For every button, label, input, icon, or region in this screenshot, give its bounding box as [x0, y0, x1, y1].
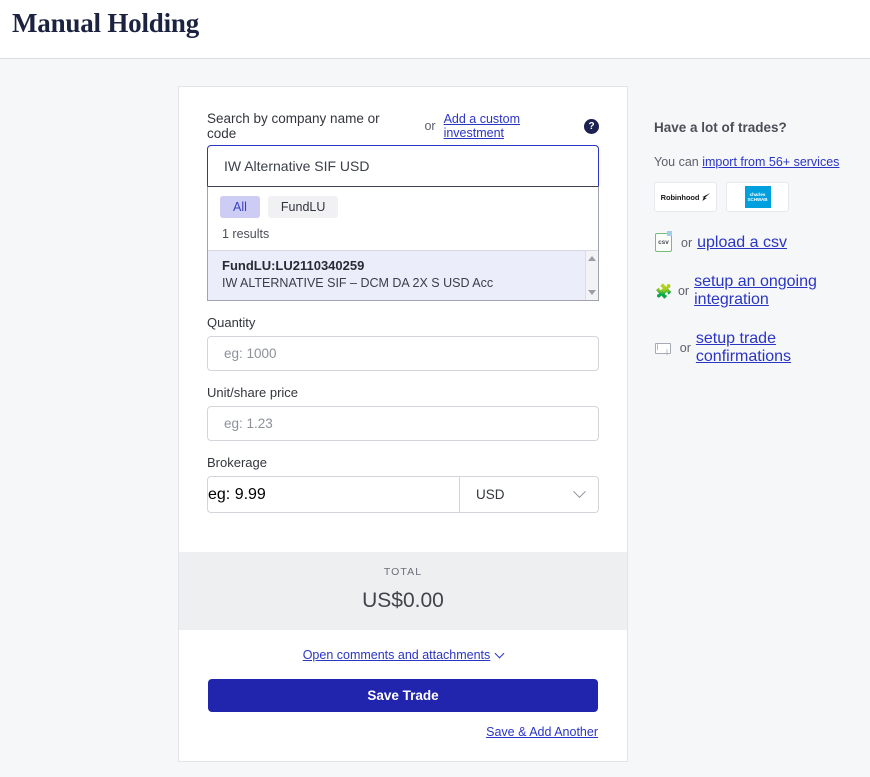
quantity-input[interactable]: eg: 1000: [207, 336, 599, 371]
unit-price-label: Unit/share price: [207, 385, 599, 400]
unit-price-placeholder: eg: 1.23: [208, 416, 273, 431]
comments-link-wrap: Open comments and attachments: [179, 630, 627, 664]
scroll-up-arrow-icon[interactable]: [588, 256, 596, 261]
envelope-icon-glyph: [655, 343, 671, 354]
result-code: FundLU:LU2110340259: [222, 258, 584, 274]
chevron-down-icon[interactable]: [495, 649, 505, 659]
broker-logos: Robinhood charles SCHWAB: [654, 182, 864, 212]
envelope-icon: [654, 343, 672, 354]
schwab-mark: charles SCHWAB: [745, 186, 771, 208]
save-trade-button[interactable]: Save Trade: [208, 679, 598, 712]
search-input[interactable]: IW Alternative SIF USD: [207, 145, 599, 186]
result-filter-chips: All FundLU: [208, 187, 598, 225]
save-and-add-another-link[interactable]: Save & Add Another: [486, 725, 598, 739]
scroll-down-arrow-icon[interactable]: [588, 290, 596, 295]
result-name: IW ALTERNATIVE SIF – DCM DA 2X S USD Acc: [222, 275, 584, 291]
chevron-down-icon: [573, 485, 586, 498]
confirmations-or: or: [680, 341, 691, 355]
upload-csv-link[interactable]: upload a csv: [697, 234, 787, 252]
currency-select[interactable]: USD: [459, 476, 599, 513]
total-band: TOTAL US$0.00: [179, 552, 627, 630]
search-label: Search by company name or code: [207, 111, 402, 141]
filter-chip-fundlu[interactable]: FundLU: [268, 196, 338, 218]
ongoing-integration-row: 🧩 or setup an ongoing integration: [654, 273, 864, 309]
page-header: Manual Holding: [0, 0, 870, 59]
robinhood-logo-text: Robinhood: [661, 193, 700, 202]
add-custom-investment-link[interactable]: Add a custom investment: [444, 112, 577, 140]
open-comments-link[interactable]: Open comments and attachments: [303, 648, 491, 662]
brokerage-label: Brokerage: [207, 455, 599, 470]
results-count: 1 results: [208, 225, 598, 250]
unit-price-input[interactable]: eg: 1.23: [207, 406, 599, 441]
total-label: TOTAL: [179, 552, 627, 578]
total-value: US$0.00: [179, 589, 627, 613]
setup-trade-confirmations-link[interactable]: setup trade confirmations: [696, 330, 864, 366]
brokerage-field: Brokerage eg: 9.99 USD: [207, 455, 599, 513]
search-results-dropdown: All FundLU 1 results FundLU:LU2110340259…: [207, 186, 599, 301]
charles-schwab-logo[interactable]: charles SCHWAB: [726, 182, 789, 212]
feather-icon: [702, 193, 710, 201]
sidebar-title: Have a lot of trades?: [654, 120, 864, 135]
dropdown-scrollbar[interactable]: [585, 251, 598, 300]
schwab-logo-line2: SCHWAB: [748, 197, 768, 202]
filter-chip-all[interactable]: All: [220, 196, 260, 218]
import-prefix: You can: [654, 155, 699, 169]
puzzle-piece-icon: 🧩: [654, 284, 670, 298]
brokerage-placeholder: eg: 9.99: [208, 486, 266, 504]
search-input-value: IW Alternative SIF USD: [208, 158, 369, 174]
manual-holding-card: Search by company name or code or Add a …: [178, 86, 628, 762]
import-sidebar: Have a lot of trades? You can import fro…: [654, 120, 864, 366]
currency-value: USD: [476, 487, 505, 502]
brokerage-input[interactable]: eg: 9.99: [207, 476, 459, 513]
brokerage-row: eg: 9.99 USD: [207, 476, 599, 513]
help-icon[interactable]: ?: [584, 119, 599, 134]
quantity-placeholder: eg: 1000: [208, 346, 277, 361]
robinhood-logo[interactable]: Robinhood: [654, 182, 717, 212]
import-services-link[interactable]: import from 56+ services: [702, 155, 839, 169]
card-body: Search by company name or code or Add a …: [179, 87, 627, 513]
search-or-text: or: [424, 119, 435, 133]
page-title: Manual Holding: [12, 8, 199, 39]
csv-file-icon: csv: [654, 233, 673, 252]
page-root: Manual Holding Search by company name or…: [0, 0, 870, 777]
card-actions: Open comments and attachments Save Trade…: [179, 630, 627, 741]
csv-icon-glyph: csv: [655, 233, 672, 252]
integration-or: or: [678, 284, 689, 298]
save-another-wrap: Save & Add Another: [179, 712, 627, 741]
upload-csv-row: csv or upload a csv: [654, 233, 864, 252]
quantity-field: Quantity eg: 1000: [207, 315, 599, 371]
trade-confirmations-row: or setup trade confirmations: [654, 330, 864, 366]
quantity-label: Quantity: [207, 315, 599, 330]
import-services-row: You can import from 56+ services: [654, 155, 864, 169]
setup-integration-link[interactable]: setup an ongoing integration: [694, 273, 864, 309]
search-label-row: Search by company name or code or Add a …: [207, 117, 599, 135]
unit-price-field: Unit/share price eg: 1.23: [207, 385, 599, 441]
upload-csv-or: or: [681, 236, 692, 250]
search-result-item[interactable]: FundLU:LU2110340259 IW ALTERNATIVE SIF –…: [208, 250, 598, 300]
puzzle-icon-glyph: 🧩: [655, 284, 669, 298]
